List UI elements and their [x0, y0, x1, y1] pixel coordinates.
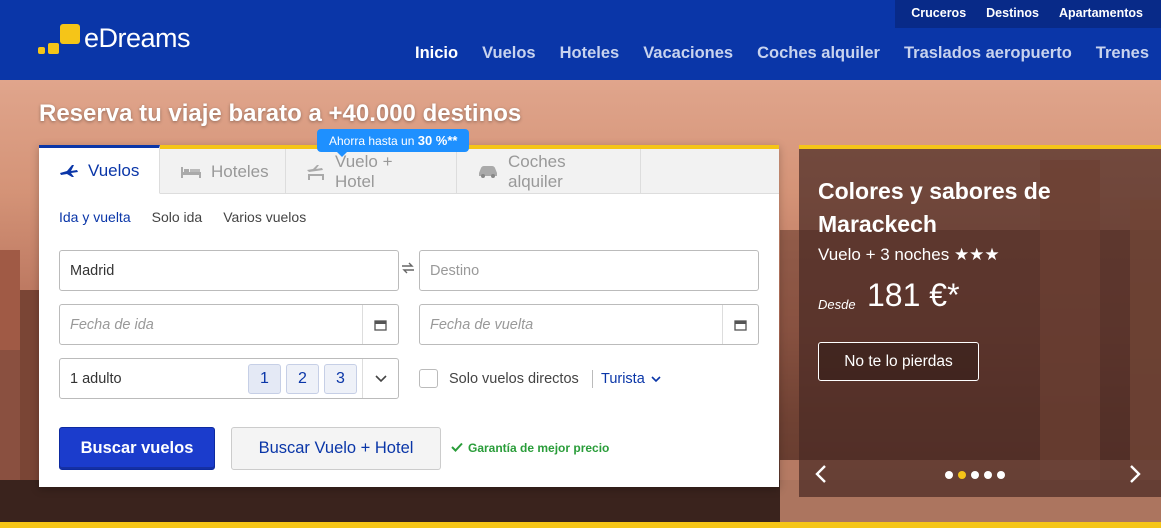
tab-label: Vuelos — [88, 160, 140, 180]
nav-trenes[interactable]: Trenes — [1084, 44, 1161, 63]
top-link-cruceros[interactable]: Cruceros — [901, 0, 976, 28]
tab-vuelo-hotel[interactable]: Vuelo + Hotel — [286, 149, 457, 194]
logo-text: eDreams — [84, 23, 191, 53]
direct-flights-label: Solo vuelos directos — [449, 371, 579, 387]
tab-label: Vuelo + Hotel — [335, 151, 393, 191]
nav-vuelos[interactable]: Vuelos — [470, 44, 548, 63]
trip-type-multi[interactable]: Varios vuelos — [223, 209, 306, 225]
logo-mark-icon — [38, 22, 82, 54]
nav-coches-alquiler[interactable]: Coches alquiler — [745, 44, 892, 63]
carousel-dot[interactable] — [984, 471, 992, 479]
main-nav: Inicio Vuelos Hoteles Vacaciones Coches … — [403, 44, 1161, 63]
calendar-icon[interactable] — [362, 305, 398, 344]
promo-from-label: Desde — [818, 297, 856, 312]
secondary-nav: Cruceros Destinos Apartamentos — [895, 0, 1161, 28]
promo-price: 181 €* — [867, 277, 960, 313]
tab-vuelos[interactable]: Vuelos — [39, 145, 160, 194]
chevron-down-icon — [651, 375, 661, 383]
nav-vacaciones[interactable]: Vacaciones — [631, 44, 745, 63]
divider — [592, 370, 593, 388]
plane-icon — [59, 164, 79, 178]
promo-value: 30 %** — [417, 133, 458, 148]
chevron-left-icon[interactable] — [815, 465, 827, 488]
search-flight-hotel-button[interactable]: Buscar Vuelo + Hotel — [231, 427, 441, 470]
site-header: eDreams Cruceros Destinos Apartamentos I… — [0, 0, 1161, 80]
origin-value: Madrid — [70, 262, 115, 279]
edreams-logo[interactable]: eDreams — [38, 22, 191, 54]
return-date-field[interactable]: Fecha de vuelta — [419, 304, 759, 345]
price-guarantee: Garantía de mejor precio — [451, 441, 609, 455]
depart-date-field[interactable]: Fecha de ida — [59, 304, 399, 345]
calendar-icon[interactable] — [722, 305, 758, 344]
trip-type-oneway[interactable]: Solo ida — [152, 209, 203, 225]
promo-carousel: Colores y sabores de Marackech Vuelo + 3… — [799, 145, 1161, 497]
check-icon — [451, 441, 463, 455]
carousel-dot[interactable] — [945, 471, 953, 479]
passenger-2-button[interactable]: 2 — [286, 364, 319, 394]
depart-placeholder: Fecha de ida — [70, 316, 154, 333]
direct-flights-checkbox[interactable] — [419, 369, 438, 388]
guarantee-text: Garantía de mejor precio — [468, 441, 610, 455]
top-link-destinos[interactable]: Destinos — [976, 0, 1049, 28]
origin-field[interactable]: Madrid — [59, 250, 399, 291]
chevron-down-icon[interactable] — [362, 359, 398, 398]
search-card: Ahorra hasta un 30 %** Vuelos Hoteles Vu… — [39, 129, 779, 487]
class-selector[interactable]: Turista — [601, 371, 661, 387]
car-icon — [477, 165, 499, 178]
chevron-right-icon[interactable] — [1129, 465, 1141, 488]
return-placeholder: Fecha de vuelta — [430, 316, 534, 333]
promo-title: Colores y sabores de Marackech — [818, 178, 1051, 237]
trip-type-selector: Ida y vuelta Solo ida Varios vuelos — [59, 209, 327, 225]
passenger-3-button[interactable]: 3 — [324, 364, 357, 394]
bed-icon — [180, 166, 202, 178]
promo-prefix: Ahorra hasta un — [329, 134, 418, 148]
nav-inicio[interactable]: Inicio — [403, 44, 470, 63]
tab-hoteles[interactable]: Hoteles — [160, 149, 286, 194]
carousel-dot[interactable] — [971, 471, 979, 479]
carousel-dot-active[interactable] — [958, 471, 966, 479]
destination-field[interactable]: Destino — [419, 250, 759, 291]
plane-hotel-icon — [306, 164, 326, 180]
nav-traslados[interactable]: Traslados aeropuerto — [892, 44, 1084, 63]
bottom-accent-bar — [0, 522, 1161, 528]
class-value: Turista — [601, 371, 645, 387]
destination-placeholder: Destino — [430, 262, 480, 279]
search-flights-button[interactable]: Buscar vuelos — [59, 427, 215, 470]
tab-label: Coches alquiler — [508, 151, 566, 191]
search-tabs: Vuelos Hoteles Vuelo + Hotel Coches alqu… — [39, 145, 779, 194]
tab-coches[interactable]: Coches alquiler — [457, 149, 641, 194]
trip-type-round[interactable]: Ida y vuelta — [59, 209, 131, 225]
carousel-dot[interactable] — [997, 471, 1005, 479]
passengers-field[interactable]: 1 adulto 1 2 3 — [59, 358, 399, 399]
tab-label: Hoteles — [211, 161, 269, 181]
promo-badge: Ahorra hasta un 30 %** — [317, 129, 470, 157]
swap-icon[interactable] — [400, 261, 416, 277]
hero-tagline: Reserva tu viaje barato a +40.000 destin… — [39, 100, 522, 127]
promo-cta-button[interactable]: No te lo pierdas — [818, 342, 979, 381]
promo-subtitle: Vuelo + 3 noches ★★★ — [818, 245, 1000, 264]
top-link-apartamentos[interactable]: Apartamentos — [1049, 0, 1153, 28]
passengers-label: 1 adulto — [70, 370, 122, 387]
carousel-dots — [945, 471, 1010, 479]
passenger-1-button[interactable]: 1 — [248, 364, 281, 394]
nav-hoteles[interactable]: Hoteles — [548, 44, 632, 63]
